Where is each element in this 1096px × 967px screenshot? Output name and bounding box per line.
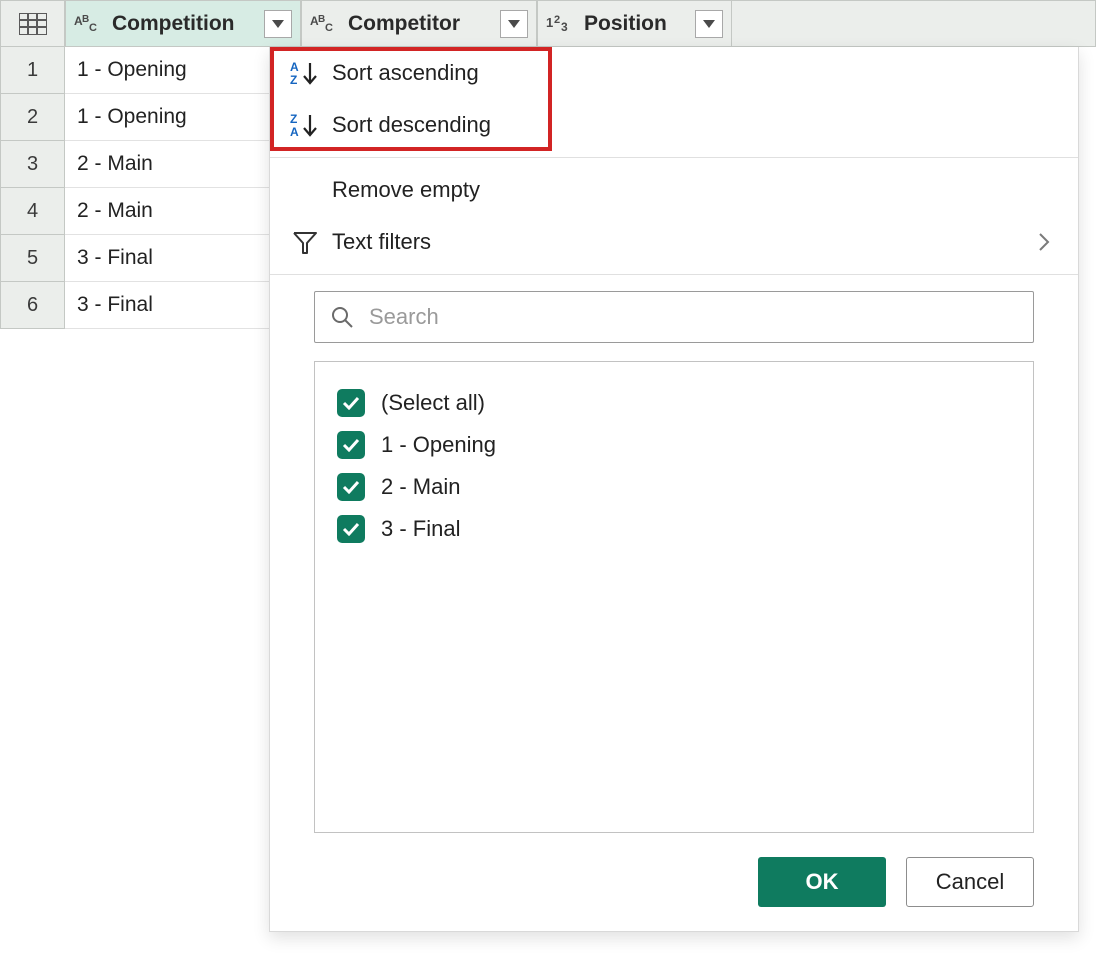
checkbox-checked-icon	[337, 515, 365, 543]
svg-text:2: 2	[554, 14, 560, 26]
column-filter-button[interactable]	[500, 10, 528, 38]
filter-value-item[interactable]: 2 - Main	[337, 466, 1011, 508]
remove-empty-item[interactable]: Remove empty	[270, 164, 1078, 216]
table-cell[interactable]: 1 - Opening	[65, 94, 301, 141]
svg-text:1: 1	[546, 15, 553, 30]
table-icon	[19, 13, 47, 35]
row-number[interactable]: 3	[0, 141, 65, 188]
ok-button[interactable]: OK	[758, 857, 886, 907]
row-number[interactable]: 4	[0, 188, 65, 235]
row-number[interactable]: 5	[0, 235, 65, 282]
checkbox-checked-icon	[337, 473, 365, 501]
caret-down-icon	[272, 20, 284, 28]
menu-label: Text filters	[332, 229, 1038, 255]
svg-text:A: A	[290, 125, 299, 138]
filter-value-label: 3 - Final	[381, 516, 460, 542]
column-filter-button[interactable]	[695, 10, 723, 38]
column-filter-button[interactable]	[264, 10, 292, 38]
filter-values-list[interactable]: (Select all) 1 - Opening 2 - Main 3 - Fi…	[314, 361, 1034, 833]
search-field[interactable]	[367, 303, 1017, 331]
caret-down-icon	[703, 20, 715, 28]
menu-label: Sort ascending	[332, 60, 1050, 86]
table-cell[interactable]: 2 - Main	[65, 188, 301, 235]
dialog-buttons: OK Cancel	[270, 833, 1078, 907]
svg-text:Z: Z	[290, 73, 297, 86]
separator	[270, 274, 1078, 275]
sort-descending-item[interactable]: Z A Sort descending	[270, 99, 1078, 151]
table-cell[interactable]: 3 - Final	[65, 282, 301, 329]
svg-text:A: A	[290, 60, 299, 74]
table-cell[interactable]: 1 - Opening	[65, 47, 301, 94]
sort-desc-icon: Z A	[284, 112, 326, 138]
row-number[interactable]: 2	[0, 94, 65, 141]
sort-asc-icon: A Z	[284, 60, 326, 86]
sort-ascending-item[interactable]: A Z Sort ascending	[270, 47, 1078, 99]
menu-label: Remove empty	[332, 177, 1050, 203]
checkbox-checked-icon	[337, 431, 365, 459]
search-icon	[331, 306, 353, 328]
table-corner[interactable]	[0, 0, 65, 47]
column-label: Competition	[112, 12, 234, 36]
menu-label: Sort descending	[332, 112, 1050, 138]
text-type-icon: ABC	[310, 13, 338, 35]
text-filters-item[interactable]: Text filters	[270, 216, 1078, 268]
filter-dropdown-panel: A Z Sort ascending Z A Sort descending R…	[269, 47, 1079, 932]
filter-value-label: 2 - Main	[381, 474, 460, 500]
filter-value-item[interactable]: 1 - Opening	[337, 424, 1011, 466]
funnel-icon	[284, 229, 326, 255]
checkbox-checked-icon	[337, 389, 365, 417]
filter-search-input[interactable]	[314, 291, 1034, 343]
cancel-button[interactable]: Cancel	[906, 857, 1034, 907]
svg-text:C: C	[89, 22, 97, 34]
svg-text:3: 3	[561, 20, 568, 34]
separator	[270, 157, 1078, 158]
column-label: Competitor	[348, 12, 460, 36]
filter-value-label: 1 - Opening	[381, 432, 496, 458]
caret-down-icon	[508, 20, 520, 28]
row-number[interactable]: 1	[0, 47, 65, 94]
filter-select-all[interactable]: (Select all)	[337, 382, 1011, 424]
column-header-competition[interactable]: ABC Competition	[65, 0, 301, 47]
filter-value-item[interactable]: 3 - Final	[337, 508, 1011, 550]
filter-value-label: (Select all)	[381, 390, 485, 416]
row-number[interactable]: 6	[0, 282, 65, 329]
svg-text:Z: Z	[290, 112, 297, 126]
column-label: Position	[584, 12, 667, 36]
column-header-competitor[interactable]: ABC Competitor	[301, 0, 537, 47]
table-cell[interactable]: 3 - Final	[65, 235, 301, 282]
header-remainder	[732, 0, 1096, 47]
column-header-position[interactable]: 123 Position	[537, 0, 732, 47]
number-type-icon: 123	[546, 13, 574, 35]
svg-text:C: C	[325, 22, 333, 34]
text-type-icon: ABC	[74, 13, 102, 35]
chevron-right-icon	[1038, 232, 1050, 252]
table-cell[interactable]: 2 - Main	[65, 141, 301, 188]
